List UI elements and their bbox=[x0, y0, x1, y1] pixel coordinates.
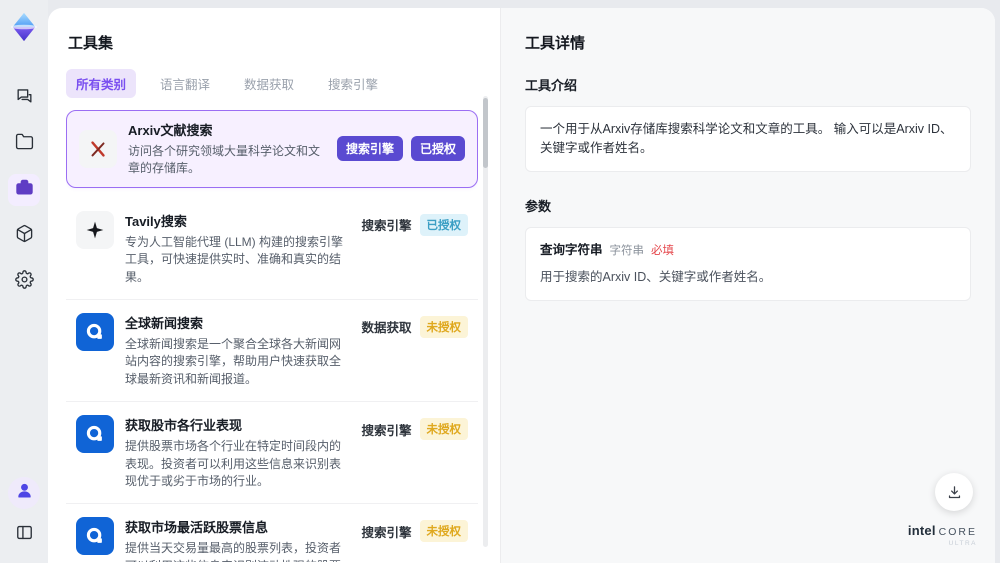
intro-box: 一个用于从Arxiv存储库搜索科学论文和文章的工具。 输入可以是Arxiv ID… bbox=[525, 106, 971, 172]
tool-title: Arxiv文献搜索 bbox=[128, 123, 213, 138]
scrollbar-thumb[interactable] bbox=[483, 98, 488, 168]
list-scrollbar[interactable] bbox=[483, 96, 488, 547]
status-badge: 未授权 bbox=[419, 520, 468, 543]
tool-text: 获取市场最活跃股票信息 提供当天交易量最高的股票列表，投资者可以利用这些信息来识… bbox=[125, 517, 347, 562]
category-label: 搜索引擎 bbox=[361, 219, 412, 234]
tool-desc: 全球新闻搜索是一个聚合全球各大新闻网站内容的搜索引擎，帮助用户快速获取全球最新资… bbox=[125, 336, 342, 386]
tool-row[interactable]: 获取股市各行业表现 提供股票市场各个行业在特定时间段内的表现。投资者可以利用这些… bbox=[66, 402, 478, 505]
tool-title: Tavily搜索 bbox=[125, 213, 187, 229]
status-badge: 未授权 bbox=[419, 418, 468, 441]
param-head: 查询字符串 字符串 必填 bbox=[540, 241, 956, 260]
param-name: 查询字符串 bbox=[540, 242, 603, 257]
tool-desc: 提供当天交易量最高的股票列表，投资者可以利用这些信息来识别流动性强的股票和潜在的… bbox=[125, 541, 342, 562]
status-badge: 已授权 bbox=[419, 213, 468, 236]
tool-title: 全球新闻搜索 bbox=[125, 315, 204, 331]
gear-icon bbox=[14, 270, 34, 294]
tool-text: Tavily搜索 专为人工智能代理 (LLM) 构建的搜索引擎工具，可快速提供实… bbox=[125, 211, 347, 286]
briefcase-icon bbox=[15, 178, 34, 202]
brand-intel-text: intel bbox=[907, 523, 936, 539]
cube-icon bbox=[15, 224, 34, 248]
tools-panel-title: 工具集 bbox=[68, 35, 114, 52]
tab-2[interactable]: 数据获取 bbox=[234, 69, 304, 98]
category-label: 搜索引擎 bbox=[361, 423, 412, 438]
tool-text: Arxiv文献搜索 访问各个研究领域大量科学论文和文章的存储库。 bbox=[128, 120, 326, 178]
tavily-star-icon bbox=[76, 210, 114, 249]
sidebar-bottom bbox=[8, 477, 40, 563]
sidebar-nav bbox=[8, 82, 40, 298]
tool-meta: 搜索引擎 已授权 bbox=[336, 136, 465, 162]
intel-core-logo: intel CORE ULTRA bbox=[908, 524, 977, 547]
tab-3[interactable]: 搜索引擎 bbox=[318, 69, 388, 98]
status-badge: 已授权 bbox=[410, 136, 465, 162]
tool-row[interactable]: Tavily搜索 专为人工智能代理 (LLM) 构建的搜索引擎工具，可快速提供实… bbox=[66, 198, 478, 300]
tool-details-panel: 工具详情 工具介绍 一个用于从Arxiv存储库搜索科学论文和文章的工具。 输入可… bbox=[500, 8, 995, 563]
brand-ultra-text: ULTRA bbox=[948, 539, 977, 547]
category-badge: 搜索引擎 bbox=[336, 136, 403, 162]
folder-icon bbox=[15, 132, 34, 156]
details-title: 工具详情 bbox=[525, 35, 586, 52]
category-tabs: 所有类别 语言翻译 数据获取 搜索引擎 bbox=[66, 69, 478, 98]
tools-panel: 工具集 所有类别 语言翻译 数据获取 搜索引擎 Arxiv文献搜索 访问各个研究领域大… bbox=[48, 8, 500, 563]
tool-title: 获取股市各行业表现 bbox=[125, 418, 243, 434]
user-icon bbox=[15, 481, 34, 505]
arxiv-icon bbox=[79, 129, 117, 168]
tool-desc: 专为人工智能代理 (LLM) 构建的搜索引擎工具，可快速提供实时、准确和真实的结… bbox=[125, 234, 344, 284]
tool-list[interactable]: Arxiv文献搜索 访问各个研究领域大量科学论文和文章的存储库。 搜索引擎 已授… bbox=[66, 110, 478, 562]
news-search-icon bbox=[76, 517, 114, 556]
tool-row[interactable]: Arxiv文献搜索 访问各个研究领域大量科学论文和文章的存储库。 搜索引擎 已授… bbox=[66, 110, 478, 188]
tool-text: 获取股市各行业表现 提供股票市场各个行业在特定时间段内的表现。投资者可以利用这些… bbox=[125, 415, 347, 490]
news-search-icon bbox=[76, 312, 114, 351]
tool-desc: 访问各个研究领域大量科学论文和文章的存储库。 bbox=[128, 144, 321, 176]
sidebar-item-panel-toggle[interactable] bbox=[8, 519, 40, 551]
tool-row[interactable]: 获取市场最活跃股票信息 提供当天交易量最高的股票列表，投资者可以利用这些信息来识… bbox=[66, 504, 478, 562]
tool-row[interactable]: 全球新闻搜索 全球新闻搜索是一个聚合全球各大新闻网站内容的搜索引擎，帮助用户快速… bbox=[66, 300, 478, 403]
param-desc: 用于搜索的Arxiv ID、关键字或作者姓名。 bbox=[540, 269, 772, 284]
sidebar-item-chat[interactable] bbox=[8, 82, 40, 114]
download-button[interactable] bbox=[935, 473, 973, 511]
brand-core-text: CORE bbox=[938, 526, 977, 539]
tool-title: 获取市场最活跃股票信息 bbox=[125, 520, 269, 536]
chat-icon bbox=[15, 86, 34, 110]
sidebar-item-settings[interactable] bbox=[8, 266, 40, 298]
download-icon bbox=[948, 485, 960, 498]
tool-meta: 搜索引擎 已授权 bbox=[361, 213, 468, 236]
param-type: 字符串 bbox=[609, 244, 645, 257]
tool-meta: 搜索引擎 未授权 bbox=[361, 520, 468, 543]
param-required-badge: 必填 bbox=[651, 244, 675, 257]
tool-meta: 搜索引擎 未授权 bbox=[361, 418, 468, 441]
tab-1[interactable]: 语言翻译 bbox=[150, 69, 220, 98]
intro-section-title: 工具介绍 bbox=[525, 78, 578, 93]
params-section-title: 参数 bbox=[525, 198, 552, 214]
category-label: 搜索引擎 bbox=[361, 525, 412, 540]
status-badge: 未授权 bbox=[419, 315, 468, 338]
tool-text: 全球新闻搜索 全球新闻搜索是一个聚合全球各大新闻网站内容的搜索引擎，帮助用户快速… bbox=[125, 313, 347, 388]
param-box: 查询字符串 字符串 必填 用于搜索的Arxiv ID、关键字或作者姓名。 bbox=[525, 226, 971, 301]
tool-meta: 数据获取 未授权 bbox=[361, 315, 468, 338]
tool-desc: 提供股票市场各个行业在特定时间段内的表现。投资者可以利用这些信息来识别表现优于或… bbox=[125, 439, 342, 488]
app-logo[interactable] bbox=[7, 10, 41, 44]
left-sidebar bbox=[0, 0, 48, 563]
tab-0[interactable]: 所有类别 bbox=[66, 69, 137, 98]
sidebar-item-tools[interactable] bbox=[8, 174, 40, 206]
category-label: 数据获取 bbox=[361, 321, 412, 336]
sidebar-item-models[interactable] bbox=[8, 220, 40, 252]
panel-icon bbox=[15, 523, 34, 547]
sidebar-item-files[interactable] bbox=[8, 128, 40, 160]
news-search-icon bbox=[76, 415, 114, 454]
sidebar-item-account[interactable] bbox=[8, 477, 40, 509]
main-window: 工具集 所有类别 语言翻译 数据获取 搜索引擎 Arxiv文献搜索 访问各个研究领域大… bbox=[48, 8, 995, 563]
